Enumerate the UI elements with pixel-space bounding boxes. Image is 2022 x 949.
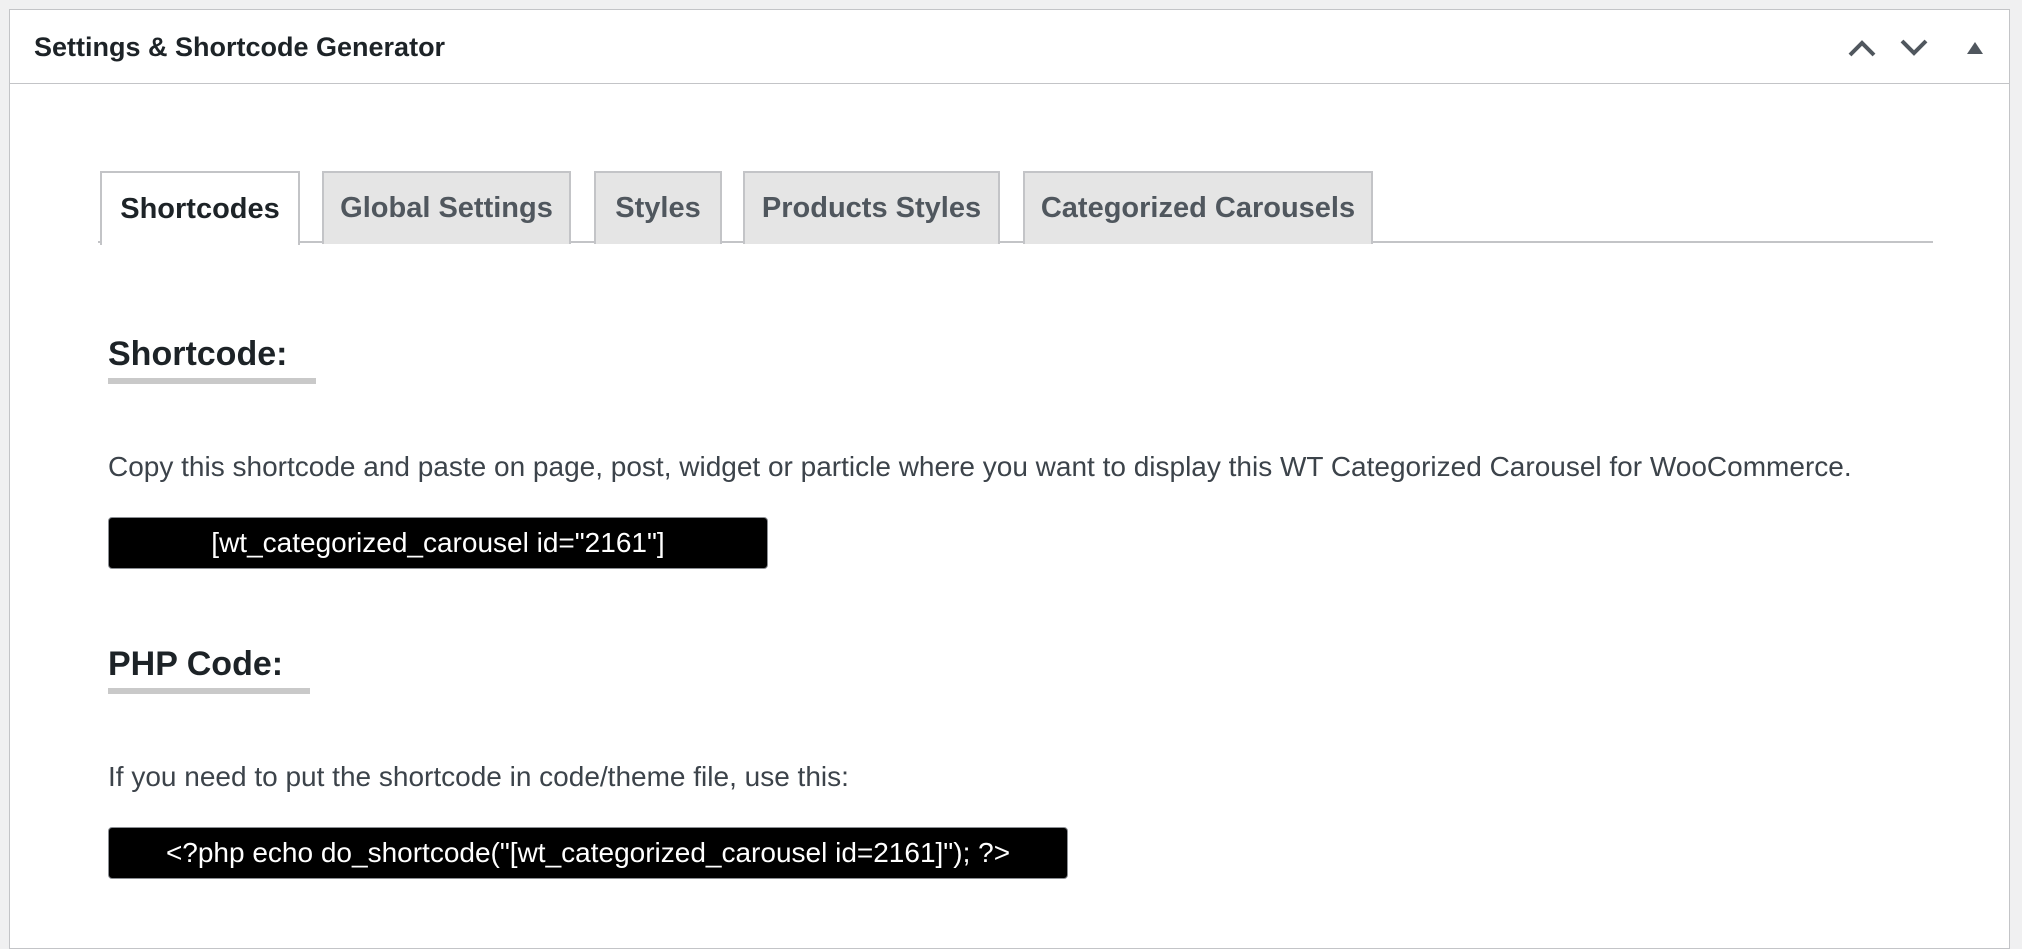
tab-styles[interactable]: Styles xyxy=(594,171,722,244)
toggle-panel-button[interactable] xyxy=(1955,28,1995,68)
php-code-heading: PHP Code: xyxy=(108,645,284,683)
shortcode-heading: Shortcode: xyxy=(108,335,288,373)
php-code-description: If you need to put the shortcode in code… xyxy=(108,761,849,792)
php-code-field[interactable] xyxy=(108,827,1068,879)
tab-global-settings[interactable]: Global Settings xyxy=(322,171,571,244)
tab-shortcodes[interactable]: Shortcodes xyxy=(100,171,300,245)
shortcode-field[interactable] xyxy=(108,517,768,569)
chevron-up-icon xyxy=(1848,40,1876,57)
settings-shortcode-panel: Settings & Shortcode Generator Shortcode… xyxy=(9,9,2010,949)
move-down-button[interactable] xyxy=(1894,28,1934,68)
panel-header: Settings & Shortcode Generator xyxy=(10,10,2009,84)
shortcode-heading-underline xyxy=(108,378,316,384)
tab-categorized-carousels[interactable]: Categorized Carousels xyxy=(1023,171,1373,244)
shortcode-description: Copy this shortcode and paste on page, p… xyxy=(108,451,1852,482)
settings-tabs: Shortcodes Global Settings Styles Produc… xyxy=(98,161,1933,245)
php-code-heading-underline xyxy=(108,688,310,694)
tab-products-styles[interactable]: Products Styles xyxy=(743,171,1000,244)
panel-title: Settings & Shortcode Generator xyxy=(34,32,446,62)
move-up-button[interactable] xyxy=(1842,28,1882,68)
triangle-up-icon xyxy=(1967,42,1983,54)
chevron-down-icon xyxy=(1900,39,1928,56)
